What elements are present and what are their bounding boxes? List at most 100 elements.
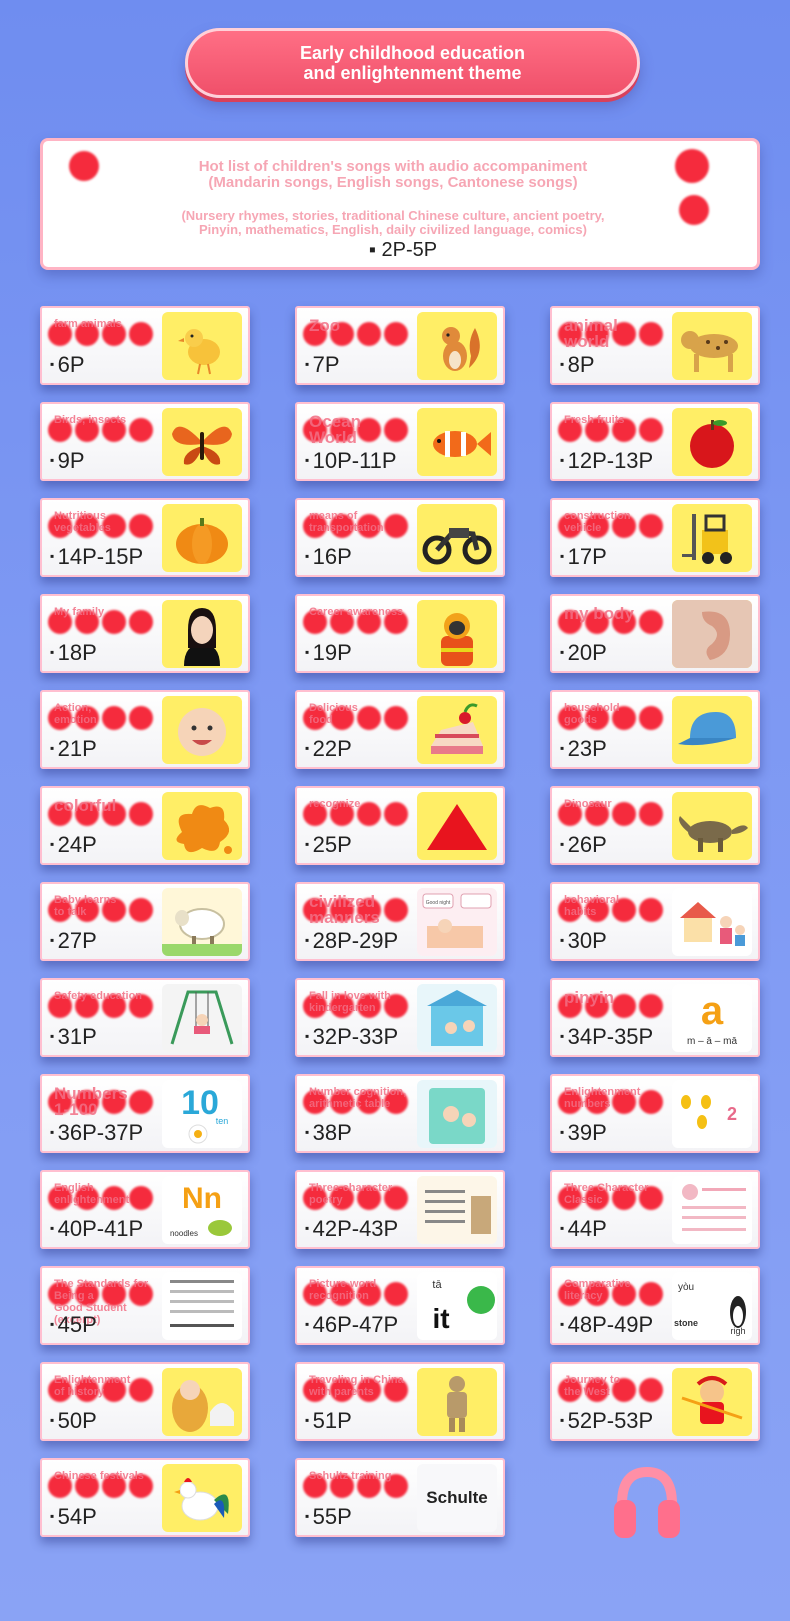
topic-title: Delicious food [309,702,358,726]
topic-card[interactable]: Career awareness 19P [295,594,505,673]
topic-pages: 20P [560,640,607,666]
schulte-label: Schulte [426,1488,488,1507]
topic-card[interactable]: Zoo 7P [295,306,505,385]
woman-icon [162,600,242,668]
topic-card[interactable]: Delicious food 22P [295,690,505,769]
topic-pages: 50P [50,1408,97,1434]
topic-pages: 16P [305,544,352,570]
topic-card[interactable]: Safety education 31P [40,978,250,1057]
chick-icon [162,312,242,380]
topic-title: my body [564,604,634,623]
topic-title: pinyin [564,988,615,1007]
topic-card[interactable]: Fresh fruits 12P-13P [550,402,760,481]
baby-icon [162,696,242,764]
monkey-king-icon [672,1368,752,1436]
topic-pages: 39P [560,1120,607,1146]
topic-card[interactable]: Schultz training 55P Schulte [295,1458,505,1537]
poem-icon [417,1176,497,1244]
topic-card[interactable]: Ocean World10P-11P [295,402,505,481]
topic-title: Journey to the West [564,1374,621,1398]
topic-card[interactable]: Comparative literacy 48P-49P yòu stone righ [550,1266,760,1345]
classic-text-icon [672,1176,752,1244]
topic-pages: 21P [50,736,97,762]
number-book-icon [417,1080,497,1148]
topic-card[interactable]: Dinosaur 26P [550,786,760,865]
topic-card[interactable]: Journey to the West 52P-53P [550,1362,760,1441]
cake-icon [417,696,497,764]
topic-title: animal world [564,316,618,351]
svg-text:ten: ten [216,1116,229,1126]
topic-pages: 30P [560,928,607,954]
classroom-icon: Good night [417,888,497,956]
topic-card[interactable]: Birds, insects 9P [40,402,250,481]
topic-pages: 34P-35P [560,1024,654,1050]
topic-card[interactable]: construction vehicle 17P [550,498,760,577]
topic-card[interactable]: Picture-word recognition 46P-47P tā it [295,1266,505,1345]
topic-pages: 14P-15P [50,544,144,570]
headphone-icon [614,1466,680,1538]
topic-card[interactable]: Action, emotion 21P [40,690,250,769]
topic-title: Enlightenment numbers [564,1086,641,1110]
topic-card[interactable]: Number cognition, arithmetic table 38P [295,1074,505,1153]
topic-card[interactable]: farm animals 6P [40,306,250,385]
topic-pages: 36P-37P [50,1120,144,1146]
literacy-icon: yòu stone righ [672,1272,752,1340]
topic-pages: 54P [50,1504,97,1530]
topic-title: Dinosaur [564,798,612,810]
topic-card[interactable]: My family 18P [40,594,250,673]
topic-card[interactable]: Three-character poetry 42P-43P [295,1170,505,1249]
topic-pages: 17P [560,544,607,570]
topic-pages: 9P [50,448,85,474]
svg-text:righ: righ [730,1326,745,1336]
svg-text:a: a [701,989,724,1033]
topic-title: recognize [309,798,361,810]
topic-title: English enlightenment [54,1182,130,1206]
topic-card[interactable]: Numbers 1-10036P-37P 10ten [40,1074,250,1153]
topic-card[interactable]: colorful 24P [40,786,250,865]
svg-text:10: 10 [181,1084,219,1122]
apple-icon [672,408,752,476]
topic-pages: 27P [50,928,97,954]
topic-card[interactable]: Nutritious vegetables 14P-15P [40,498,250,577]
topic-card[interactable]: Three Character Classic 44P [550,1170,760,1249]
topic-card[interactable]: Enlightenment numbers 39P 2 [550,1074,760,1153]
topic-card[interactable]: behavioral habits 30P [550,882,760,961]
topic-card[interactable]: The Standards for Being a Good Student (… [40,1266,250,1345]
topic-pages: 8P [560,352,595,378]
topic-title: Action, emotion [54,702,97,726]
topic-title: Fresh fruits [564,414,625,426]
topic-pages: 40P-41P [50,1216,144,1242]
topic-pages: 55P [305,1504,352,1530]
topic-card[interactable]: Fall in love with kindergarten 32P-33P [295,978,505,1057]
squirrel-icon [417,312,497,380]
topic-card[interactable]: civilized manners28P-29P Good night [295,882,505,961]
topic-title: Safety education [54,990,143,1002]
topic-card[interactable]: English enlightenment 40P-41P Nn noodles [40,1170,250,1249]
topic-card[interactable]: recognize 25P [295,786,505,865]
hot-list-panel[interactable]: Hot list of children's songs with audio … [40,138,760,270]
topic-card[interactable]: animal world8P [550,306,760,385]
topic-title: means of transportation [309,510,384,534]
topic-card[interactable]: household goods 23P [550,690,760,769]
svg-text:stone: stone [674,1318,698,1328]
topic-pages: 12P-13P [560,448,654,474]
hot-list-pages: ▪ 2P-5P [368,239,438,261]
standards-text-icon [162,1272,242,1340]
topic-card[interactable]: Baby learns to talk 27P [40,882,250,961]
svg-text:yòu: yòu [678,1282,694,1293]
rooster-icon [162,1464,242,1532]
topic-title: Ocean World [309,412,361,447]
butterfly-icon [162,408,242,476]
topic-card[interactable]: my body 20P [550,594,760,673]
number-ten-icon: 10 ten [162,1080,242,1148]
hot-list-subheading: (Nursery rhymes, stories, traditional Ch… [181,208,605,237]
topic-card[interactable]: Enlightenment of history 50P [40,1362,250,1441]
topic-card[interactable]: Traveling in China with parents 51P [295,1362,505,1441]
topic-card[interactable]: Chinese festivals 54P [40,1458,250,1537]
topic-card[interactable]: means of transportation 16P [295,498,505,577]
svg-text:Good night: Good night [426,900,451,906]
topic-title: Three Character Classic [564,1182,649,1206]
topic-card[interactable]: pinyin 34P-35P a m – ā – mā [550,978,760,1057]
topic-title: household goods [564,702,620,726]
topic-pages: 45P [50,1312,97,1338]
